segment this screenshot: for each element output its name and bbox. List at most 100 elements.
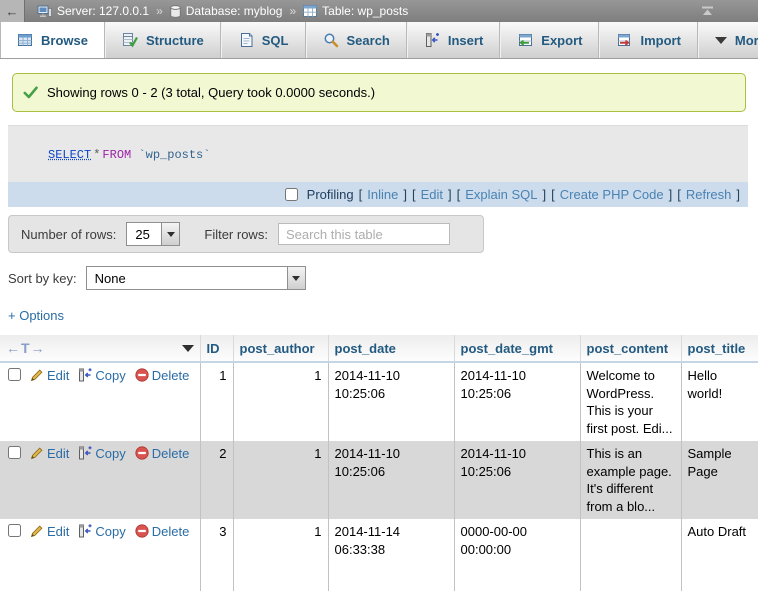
- collapse-navigation-icon[interactable]: [701, 6, 714, 16]
- cell-post-title[interactable]: Auto Draft: [681, 519, 758, 591]
- copy-link[interactable]: Copy: [95, 524, 125, 539]
- row-checkbox[interactable]: [8, 524, 21, 537]
- tab-insert[interactable]: Insert: [407, 22, 500, 58]
- bracket: [: [551, 187, 555, 202]
- tab-structure[interactable]: Structure: [105, 22, 221, 58]
- explain-sql-link[interactable]: Explain SQL: [465, 187, 537, 202]
- tab-insert-label: Insert: [448, 33, 483, 48]
- cell-post-date[interactable]: 2014-11-14 06:33:38: [328, 519, 454, 591]
- tab-more[interactable]: More: [698, 22, 758, 58]
- delete-link[interactable]: Delete: [152, 446, 190, 461]
- table-row: Edit Copy Delete 1 1 2014-11-10 10:25:06 2…: [0, 362, 758, 441]
- breadcrumb-table[interactable]: Table: wp_posts: [303, 4, 408, 18]
- search-icon: [323, 32, 339, 48]
- options-toggle[interactable]: + Options: [8, 308, 64, 323]
- options-toggle-label: + Options: [8, 308, 64, 323]
- edit-link[interactable]: Edit: [47, 446, 69, 461]
- profiling-checkbox[interactable]: [285, 188, 298, 201]
- column-header-post-title[interactable]: post_title: [681, 335, 758, 362]
- sql-table-name: `wp_posts`: [138, 148, 210, 162]
- breadcrumb-database-label: Database: myblog: [186, 4, 283, 18]
- cell-id[interactable]: 3: [200, 519, 233, 591]
- cell-post-date-gmt[interactable]: 0000-00-00 00:00:00: [454, 519, 580, 591]
- chevron-down-icon: [287, 267, 305, 289]
- column-header-post-date[interactable]: post_date: [328, 335, 454, 362]
- cell-post-title[interactable]: Sample Page: [681, 441, 758, 519]
- column-header-post-content[interactable]: post_content: [580, 335, 681, 362]
- cell-post-author[interactable]: 1: [233, 441, 328, 519]
- sql-keyword-select[interactable]: SELECT: [48, 148, 91, 162]
- table-row: Edit Copy Delete 3 1 2014-11-14 06:33:38 0…: [0, 519, 758, 591]
- edit-link[interactable]: Edit: [47, 368, 69, 383]
- table-header-row: ←T→ ID post_author post_date post_date_g…: [0, 335, 758, 362]
- pencil-icon: [30, 446, 44, 465]
- bracket: ]: [669, 187, 673, 202]
- cell-post-author[interactable]: 1: [233, 362, 328, 441]
- breadcrumb-database[interactable]: Database: myblog: [170, 4, 283, 18]
- tab-more-label: More: [735, 33, 758, 48]
- cell-post-content[interactable]: [580, 519, 681, 591]
- sort-by-key-select[interactable]: None: [86, 266, 306, 290]
- column-header-id[interactable]: ID: [200, 335, 233, 362]
- cell-post-date-gmt[interactable]: 2014-11-10 10:25:06: [454, 362, 580, 441]
- tab-export[interactable]: Export: [500, 22, 599, 58]
- cell-id[interactable]: 1: [200, 362, 233, 441]
- copy-link[interactable]: Copy: [95, 446, 125, 461]
- import-icon: [616, 32, 632, 48]
- query-links-bar: Profiling [ Inline ] [ Edit ] [ Explain …: [8, 182, 748, 207]
- back-arrow-glyph: ←: [6, 4, 19, 19]
- column-nav-control[interactable]: ←T→: [6, 340, 46, 356]
- column-header-post-date-gmt[interactable]: post_date_gmt: [454, 335, 580, 362]
- tab-sql[interactable]: SQL: [221, 22, 306, 58]
- tab-search[interactable]: Search: [306, 22, 407, 58]
- server-icon: [37, 5, 52, 18]
- sort-by-key-row: Sort by key: None: [8, 266, 758, 290]
- sql-icon: [238, 32, 254, 48]
- browse-icon: [17, 32, 33, 48]
- tab-bar: Browse Structure SQL Search Insert Expor…: [0, 22, 758, 59]
- edit-link[interactable]: Edit: [47, 524, 69, 539]
- cell-post-title[interactable]: Hello world!: [681, 362, 758, 441]
- sql-query-panel: SELECT*FROM `wp_posts` Profiling [ Inlin…: [8, 125, 748, 207]
- sql-keyword-from: FROM: [102, 148, 131, 162]
- delete-icon: [135, 524, 149, 543]
- export-icon: [517, 32, 533, 48]
- inline-link[interactable]: Inline: [367, 187, 398, 202]
- tab-import[interactable]: Import: [599, 22, 697, 58]
- breadcrumb-server-label: Server: 127.0.0.1: [57, 4, 149, 18]
- filter-rows-label: Filter rows:: [204, 227, 268, 242]
- breadcrumb-separator: »: [289, 4, 296, 18]
- bracket: ]: [448, 187, 452, 202]
- column-header-post-author[interactable]: post_author: [233, 335, 328, 362]
- results-table: ←T→ ID post_author post_date post_date_g…: [0, 335, 758, 591]
- cell-post-author[interactable]: 1: [233, 519, 328, 591]
- sql-star: *: [93, 148, 100, 162]
- edit-query-link[interactable]: Edit: [421, 187, 443, 202]
- cell-post-date[interactable]: 2014-11-10 10:25:06: [328, 441, 454, 519]
- bracket: [: [359, 187, 363, 202]
- row-checkbox[interactable]: [8, 368, 21, 381]
- cell-id[interactable]: 2: [200, 441, 233, 519]
- cell-post-content[interactable]: This is an example page. It's different …: [580, 441, 681, 519]
- row-checkbox[interactable]: [8, 446, 21, 459]
- pencil-icon: [30, 368, 44, 387]
- delete-link[interactable]: Delete: [152, 524, 190, 539]
- filter-rows-input[interactable]: [278, 223, 450, 245]
- delete-link[interactable]: Delete: [152, 368, 190, 383]
- breadcrumb-server[interactable]: Server: 127.0.0.1: [37, 4, 149, 18]
- sql-query-box: SELECT*FROM `wp_posts`: [8, 126, 748, 182]
- create-php-code-link[interactable]: Create PHP Code: [560, 187, 664, 202]
- copy-icon: [78, 524, 92, 543]
- refresh-link[interactable]: Refresh: [686, 187, 732, 202]
- cell-post-date[interactable]: 2014-11-10 10:25:06: [328, 362, 454, 441]
- with-selected-dropdown-icon[interactable]: [182, 345, 194, 352]
- copy-link[interactable]: Copy: [95, 368, 125, 383]
- cell-post-date-gmt[interactable]: 2014-11-10 10:25:06: [454, 441, 580, 519]
- bracket: [: [677, 187, 681, 202]
- tab-browse[interactable]: Browse: [0, 22, 105, 58]
- cell-post-content[interactable]: Welcome to WordPress. This is your first…: [580, 362, 681, 441]
- breadcrumb-bar: ← Server: 127.0.0.1 » Database: myblog »…: [0, 0, 758, 22]
- back-arrow-icon[interactable]: ←: [0, 0, 25, 22]
- number-of-rows-select[interactable]: 25: [126, 222, 180, 246]
- actions-header-cell: ←T→: [0, 335, 200, 362]
